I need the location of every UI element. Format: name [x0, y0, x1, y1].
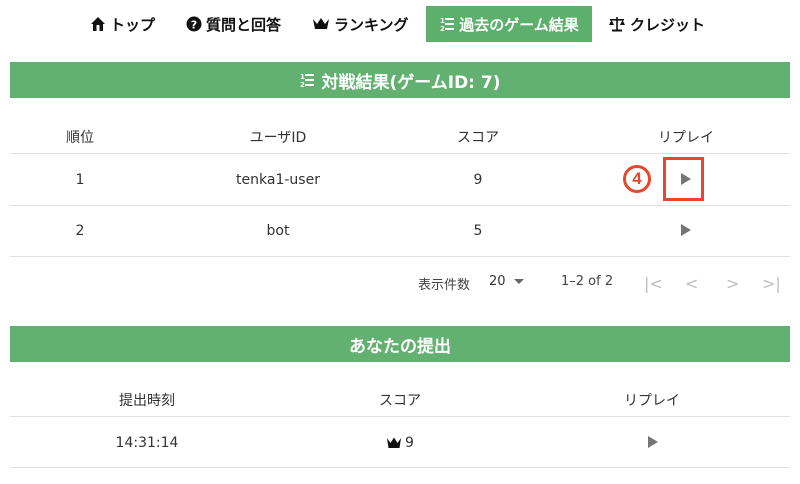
next-page-icon[interactable]: >	[726, 274, 739, 293]
divider	[10, 467, 790, 468]
divider	[10, 256, 790, 257]
column-header-score: スコア	[379, 393, 421, 409]
replay-button[interactable]	[648, 436, 658, 448]
step-badge: 4	[623, 165, 651, 193]
crown-icon	[386, 437, 402, 449]
rows-per-page-value: 20	[489, 274, 506, 289]
last-page-icon[interactable]: >|	[762, 274, 781, 293]
nav-ranking-label: ランキング	[334, 15, 409, 34]
rank-cell: 2	[75, 223, 85, 239]
column-header-rank: 順位	[66, 130, 94, 146]
rows-per-page-label: 表示件数	[418, 278, 471, 293]
score-value: 9	[405, 435, 414, 451]
divider	[10, 153, 790, 154]
dropdown-arrow-icon	[513, 279, 524, 284]
svg-text:1: 1	[300, 73, 305, 81]
column-header-score: スコア	[457, 130, 499, 146]
replay-button[interactable]	[681, 224, 691, 236]
time-cell: 14:31:14	[115, 435, 179, 451]
score-cell: 9	[473, 172, 483, 188]
nav-past-results[interactable]: 12 過去のゲーム結果	[426, 6, 592, 42]
nav-ranking[interactable]: ランキング	[312, 6, 409, 42]
highlight-box	[663, 157, 704, 201]
score-cell: 5	[473, 223, 483, 239]
submissions-title: あなたの提出	[349, 336, 451, 357]
top-nav: トップ ? 質問と回答 ランキング 12 過去のゲーム結果 クレジット	[0, 0, 800, 48]
nav-credit-label: クレジット	[630, 15, 706, 34]
crown-icon	[312, 17, 330, 31]
pagination-range: 1–2 of 2	[561, 274, 614, 289]
ordered-list-icon: 12	[439, 16, 455, 32]
rows-per-page-select[interactable]: 20	[489, 274, 524, 289]
ordered-list-icon: 12	[299, 72, 315, 88]
nav-top[interactable]: トップ	[90, 6, 155, 42]
column-header-user: ユーザID	[249, 130, 307, 146]
nav-past-results-label: 過去のゲーム結果	[459, 15, 579, 34]
svg-text:2: 2	[440, 25, 445, 32]
scale-icon	[608, 16, 626, 32]
column-header-replay: リプレイ	[624, 393, 680, 409]
first-page-icon[interactable]: |<	[644, 274, 663, 293]
nav-top-label: トップ	[110, 15, 156, 34]
divider	[10, 416, 790, 417]
svg-text:?: ?	[191, 19, 197, 32]
user-cell: tenka1-user	[236, 172, 320, 188]
column-header-replay: リプレイ	[658, 130, 714, 146]
score-cell: 9	[386, 435, 414, 451]
column-header-time: 提出時刻	[119, 393, 175, 409]
nav-credit[interactable]: クレジット	[608, 6, 705, 42]
divider	[10, 205, 790, 206]
prev-page-icon[interactable]: <	[685, 274, 698, 293]
user-cell: bot	[266, 223, 290, 239]
question-icon: ?	[186, 16, 202, 32]
results-title: 対戦結果(ゲームID: 7)	[321, 72, 501, 93]
results-header: 12 対戦結果(ゲームID: 7)	[10, 62, 790, 98]
rank-cell: 1	[75, 172, 85, 188]
nav-qa-label: 質問と回答	[206, 15, 282, 34]
submissions-header: あなたの提出	[10, 326, 790, 362]
home-icon	[90, 16, 106, 32]
svg-text:2: 2	[300, 81, 305, 88]
nav-qa[interactable]: ? 質問と回答	[186, 6, 281, 42]
svg-text:1: 1	[440, 17, 445, 25]
